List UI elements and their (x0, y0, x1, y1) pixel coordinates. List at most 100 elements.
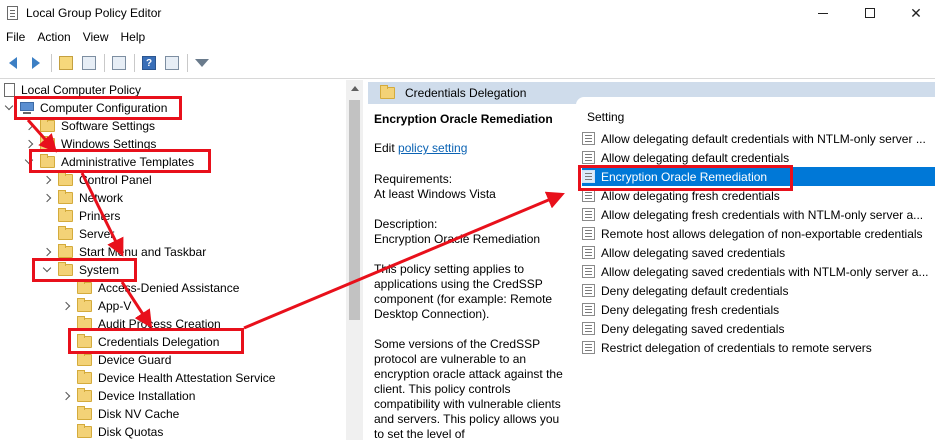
setting-row[interactable]: Restrict delegation of credentials to re… (582, 338, 935, 357)
tree-item-disk-nv-cache[interactable]: Disk NV Cache (61, 405, 179, 423)
tree-item-label: Software Settings (61, 119, 156, 133)
close-button[interactable]: ✕ (893, 0, 935, 26)
tree-item-label: Server (79, 227, 115, 241)
forward-arrow-icon (32, 57, 40, 69)
setting-row[interactable]: Deny delegating default credentials (582, 281, 935, 300)
description-paragraph: This policy setting applies to applicati… (374, 262, 553, 321)
minimize-button[interactable] (800, 0, 846, 26)
setting-label: Deny delegating saved credentials (601, 321, 785, 336)
chevron-right-icon[interactable] (24, 139, 34, 149)
policy-editor-icon (6, 6, 20, 20)
setting-row[interactable]: Deny delegating fresh credentials (582, 300, 935, 319)
title-bar: Local Group Policy Editor ✕ (0, 0, 935, 26)
tree-item-printers[interactable]: Printers (42, 207, 120, 225)
chevron-right-icon[interactable] (24, 121, 34, 131)
setting-row[interactable]: Allow delegating fresh credentials with … (582, 205, 935, 224)
setting-label: Allow delegating saved credentials with … (601, 264, 929, 279)
setting-row[interactable]: Allow delegating saved credentials (582, 243, 935, 262)
edit-prefix: Edit (374, 141, 399, 155)
tree-item-control-panel[interactable]: Control Panel (42, 171, 152, 189)
setting-row[interactable]: Remote host allows delegation of non-exp… (582, 224, 935, 243)
setting-label: Allow delegating saved credentials (601, 245, 786, 260)
folder-icon (77, 388, 92, 402)
show-hide-tree-button[interactable] (78, 52, 100, 74)
scrollbar-thumb[interactable] (349, 100, 360, 320)
folder-icon (58, 208, 73, 222)
tree-item-label: App-V (98, 299, 132, 313)
menu-bar: File Action View Help (0, 27, 935, 47)
folder-icon (58, 190, 73, 204)
tree-item-label: Disk Quotas (98, 425, 164, 439)
tree-item-label: Network (79, 191, 124, 205)
menu-action[interactable]: Action (31, 30, 76, 44)
menu-help[interactable]: Help (115, 30, 152, 44)
annotation-box-credentials-delegation (68, 328, 244, 354)
menu-view[interactable]: View (77, 30, 115, 44)
requirements-value: At least Windows Vista (374, 187, 496, 201)
folder-icon (77, 370, 92, 384)
maximize-button[interactable] (847, 0, 893, 26)
folder-icon (77, 424, 92, 438)
edit-line: Edit policy setting (374, 141, 570, 156)
requirements-block: Requirements: At least Windows Vista (374, 172, 570, 202)
toolbar-separator (51, 54, 52, 72)
chevron-right-icon[interactable] (42, 175, 52, 185)
setting-row[interactable]: Deny delegating saved credentials (582, 319, 935, 338)
chevron-right-icon[interactable] (42, 193, 52, 203)
setting-row[interactable]: Allow delegating saved credentials with … (582, 262, 935, 281)
policy-setting-icon (582, 303, 595, 316)
policy-setting-icon (582, 208, 595, 221)
policy-setting-icon (582, 341, 595, 354)
filter-button[interactable] (191, 52, 213, 74)
folder-icon (58, 226, 73, 240)
folder-icon (380, 85, 395, 99)
export-list-button[interactable] (108, 52, 130, 74)
tree-item-server[interactable]: Server (42, 225, 114, 243)
tree-item-label: Device Health Attestation Service (98, 371, 276, 385)
up-folder-icon (59, 56, 73, 70)
annotation-box-administrative-templates (29, 149, 211, 173)
back-button[interactable] (2, 52, 24, 74)
setting-title: Encryption Oracle Remediation (374, 112, 553, 126)
filter-icon (195, 59, 209, 67)
tree-item-disk-quotas[interactable]: Disk Quotas (61, 423, 163, 440)
policy-setting-link[interactable]: policy setting (398, 141, 467, 155)
settings-list: Setting Allow delegating default credent… (576, 97, 935, 440)
export-icon (112, 56, 126, 70)
chevron-right-icon[interactable] (42, 247, 52, 257)
annotation-box-system (32, 258, 137, 282)
requirements-label: Requirements: (374, 172, 453, 186)
tree-item-app-v[interactable]: App-V (61, 297, 131, 315)
toolbar-separator (187, 54, 188, 72)
setting-label: Restrict delegation of credentials to re… (601, 340, 872, 355)
description-paragraph: Some versions of the CredSSP protocol ar… (374, 337, 563, 440)
tree-item-label: Access-Denied Assistance (98, 281, 240, 295)
chevron-down-icon[interactable] (4, 103, 14, 113)
tree-item-label: Device Guard (98, 353, 172, 367)
folder-icon (58, 172, 73, 186)
chevron-right-icon[interactable] (61, 391, 71, 401)
tree-item-device-installation[interactable]: Device Installation (61, 387, 195, 405)
setting-label: Allow delegating default credentials (601, 150, 790, 165)
description-block: Description: Encryption Oracle Remediati… (374, 217, 570, 247)
policy-setting-icon (582, 284, 595, 297)
chevron-right-icon[interactable] (61, 301, 71, 311)
console-tree-icon (82, 56, 96, 70)
policy-setting-icon (582, 322, 595, 335)
setting-row[interactable]: Allow delegating default credentials wit… (582, 129, 935, 148)
extended-description: Encryption Oracle Remediation Edit polic… (368, 104, 576, 440)
tree-item-label: Disk NV Cache (98, 407, 180, 421)
setting-column-header[interactable]: Setting (587, 110, 624, 124)
help-button[interactable]: ? (138, 52, 160, 74)
tree-item-network[interactable]: Network (42, 189, 123, 207)
tree-item-device-health-attestation[interactable]: Device Health Attestation Service (61, 369, 275, 387)
scroll-up-icon[interactable] (351, 86, 359, 91)
policy-setting-icon (582, 132, 595, 145)
help-icon: ? (142, 56, 156, 70)
policy-setting-icon (582, 265, 595, 278)
properties-button[interactable] (161, 52, 183, 74)
tree-scrollbar[interactable] (346, 80, 363, 440)
forward-button[interactable] (25, 52, 47, 74)
up-folder-button[interactable] (55, 52, 77, 74)
menu-file[interactable]: File (0, 30, 31, 44)
